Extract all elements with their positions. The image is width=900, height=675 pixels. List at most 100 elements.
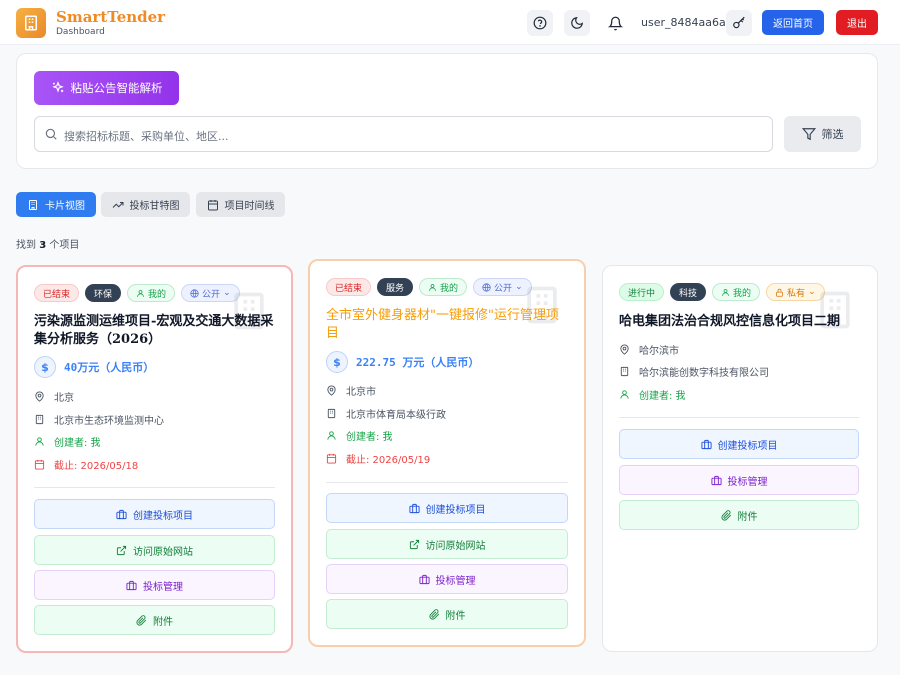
briefcase-icon [418,574,430,584]
calendar-icon [207,199,218,210]
api-key-button[interactable] [726,10,752,36]
bid-management-button[interactable]: 投标管理 [326,564,568,594]
briefcase-icon [700,439,712,449]
user-icon [327,431,336,440]
building-icon [29,199,37,210]
briefcase-icon [408,503,420,513]
help-button[interactable] [527,10,553,36]
buyer: 北京市体育局本级行政 [326,406,446,421]
create-bid-button[interactable]: 创建投标项目 [34,499,275,529]
logout-button[interactable]: 退出 [836,10,878,35]
project-title[interactable]: 污染源监测运维项目-宏观及交通大数据采集分析服务（2026） [34,313,279,349]
status-badge: 已结束 [34,284,80,302]
status-badge: 进行中 [619,283,665,301]
globe-icon [190,288,199,298]
project-card[interactable]: 已结束 环保 我的 公开 ⌄ 污染源监测运维项目-宏观及交通大数据采集分析服务（2… [16,265,293,653]
buyer: 北京市生态环境监测中心 [34,412,164,427]
budget: $40万元（人民币） [34,356,154,378]
attachments-button[interactable]: 附件 [326,599,568,629]
creator: 创建者: 我 [619,387,686,402]
ai-parse-button[interactable]: 粘贴公告智能解析 [34,71,179,105]
create-bid-button[interactable]: 创建投标项目 [326,493,568,523]
search-placeholder: 搜索招标标题、采购单位、地区... [64,130,229,143]
deadline: 截止: 2026/05/18 [34,457,138,472]
moon-icon [571,17,583,29]
paperclip-icon [428,608,439,620]
user-icon [137,289,144,297]
calendar-icon [34,459,45,470]
search-panel: 粘贴公告智能解析 搜索招标标题、采购单位、地区... 筛选 [16,53,878,169]
brand-name: SmartTender [56,8,166,26]
tab-timeline-view[interactable]: 项目时间线 [196,192,285,217]
category-badge: 科技 [670,283,707,301]
tab-label: 投标甘特图 [129,201,180,212]
create-bid-button[interactable]: 创建投标项目 [619,429,859,459]
theme-toggle-button[interactable] [564,10,590,36]
divider [34,487,275,488]
map-pin-icon [327,385,336,396]
search-icon [45,128,57,140]
attachments-button[interactable]: 附件 [619,500,859,530]
key-icon [733,16,745,29]
lock-icon [776,288,783,297]
attachments-button[interactable]: 附件 [34,605,275,635]
filter-icon [801,128,816,141]
brand-subtitle: Dashboard [56,27,105,37]
tab-gantt-view[interactable]: 投标甘特图 [101,192,190,217]
region: 哈尔滨市 [619,342,679,357]
project-title[interactable]: 哈电集团法治合规风控信息化项目二期 [619,313,859,331]
sparkles-icon [51,81,64,93]
bid-management-button[interactable]: 投标管理 [619,465,859,495]
user-icon [620,390,629,399]
creator: 创建者: 我 [326,428,393,443]
username[interactable]: user_8484aa6a [641,16,726,29]
map-pin-icon [620,344,629,355]
app-logo[interactable] [16,8,46,38]
dollar-icon: $ [34,356,56,378]
tab-label: 卡片视图 [45,201,85,212]
paperclip-icon [720,509,731,521]
project-title[interactable]: 全市室外健身器材"一键报修"运行管理项目 [326,307,566,343]
user-icon [35,437,44,446]
ai-parse-label: 粘贴公告智能解析 [70,81,163,95]
region: 北京市 [326,383,376,398]
filter-label: 筛选 [821,128,844,141]
building-icon [25,15,37,31]
divider [619,417,859,418]
category-badge: 环保 [85,284,122,302]
help-circle-icon [533,16,547,30]
project-card[interactable]: 已结束 服务 我的 公开 ⌄ 全市室外健身器材"一键报修"运行管理项目 $222.… [308,259,586,647]
briefcase-icon [116,509,127,519]
results-count: 找到 3 个项目 [16,240,80,251]
building-icon [35,414,44,425]
external-link-icon [116,545,127,555]
divider [326,482,568,483]
external-link-icon [409,539,419,549]
building-icon [620,366,629,377]
building-icon [327,408,336,419]
visit-site-button[interactable]: 访问原始网站 [326,529,568,559]
briefcase-icon [126,580,137,590]
trending-up-icon [112,201,123,208]
home-button[interactable]: 返回首页 [762,10,824,35]
status-badge: 已结束 [326,278,372,296]
map-pin-icon [35,391,44,402]
category-badge: 服务 [377,278,414,296]
bell-icon [607,16,623,30]
tab-label: 项目时间线 [224,201,275,212]
filter-button[interactable]: 筛选 [784,116,861,152]
calendar-icon [326,453,337,464]
tab-card-view[interactable]: 卡片视图 [16,192,96,217]
project-card[interactable]: 进行中 科技 我的 私有 ⌄ 哈电集团法治合规风控信息化项目二期 哈尔滨市 哈尔滨… [602,265,878,652]
notifications-button[interactable] [602,10,628,36]
search-input[interactable]: 搜索招标标题、采购单位、地区... [34,116,773,152]
user-icon [722,288,729,296]
owner-badge: 我的 [419,278,468,296]
bid-management-button[interactable]: 投标管理 [34,570,275,600]
owner-badge: 我的 [712,283,761,301]
deadline: 截止: 2026/05/19 [326,451,430,466]
owner-badge: 我的 [127,284,176,302]
creator: 创建者: 我 [34,434,101,449]
budget: $222.75 万元（人民币） [326,351,479,373]
visit-site-button[interactable]: 访问原始网站 [34,535,275,565]
